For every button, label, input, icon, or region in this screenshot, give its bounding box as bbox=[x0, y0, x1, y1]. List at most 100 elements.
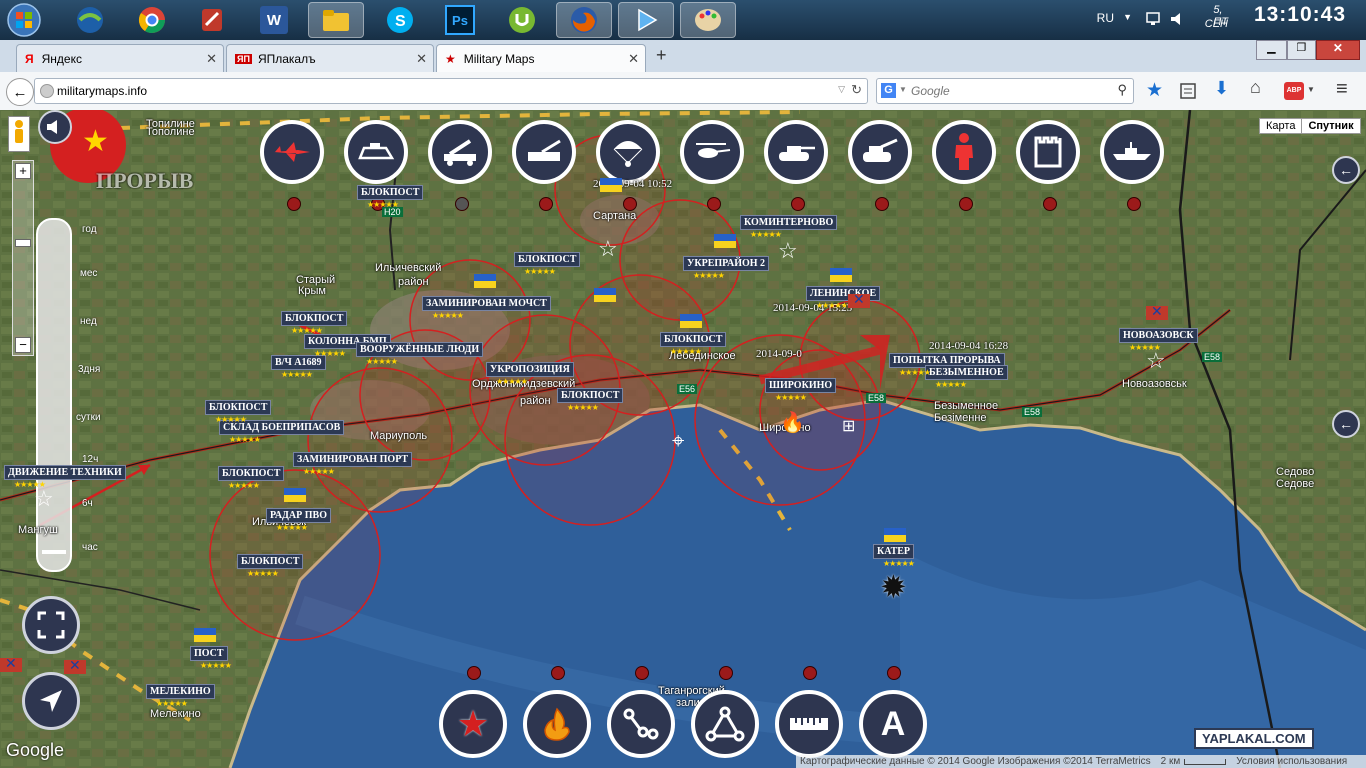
star-marker-icon[interactable]: ☆ bbox=[598, 236, 618, 262]
event-label[interactable]: ЗАМИНИРОВАН МОЧСТ bbox=[422, 296, 551, 311]
google-earth-taskbar-button[interactable] bbox=[62, 2, 118, 38]
google-logo[interactable]: Google bbox=[6, 740, 64, 761]
timeline-label[interactable]: 3дня bbox=[78, 364, 100, 375]
timeline-label[interactable]: 12ч bbox=[82, 454, 98, 465]
tab-military-maps[interactable]: ★ Military Maps ✕ bbox=[436, 44, 646, 72]
maximize-button[interactable]: ❐ bbox=[1286, 40, 1316, 60]
new-tab-button[interactable]: + bbox=[656, 45, 667, 66]
home-icon[interactable]: ⌂ bbox=[1250, 77, 1261, 98]
timeline-label[interactable]: год bbox=[82, 224, 97, 235]
event-label[interactable]: УКРОПОЗИЦИЯ bbox=[486, 362, 574, 377]
close-icon[interactable]: ✕ bbox=[416, 51, 427, 67]
tab-yandex[interactable]: Я Яндекс ✕ bbox=[16, 44, 224, 72]
zoom-slider[interactable]: + − bbox=[12, 160, 34, 356]
map-type-map-button[interactable]: Карта bbox=[1260, 119, 1303, 133]
firefox-taskbar-button[interactable] bbox=[556, 2, 612, 38]
close-icon[interactable]: ✕ bbox=[628, 51, 639, 67]
panel-toggle-button-top[interactable]: ← bbox=[1332, 156, 1360, 184]
explorer-taskbar-button[interactable] bbox=[308, 2, 364, 38]
bookmarks-list-icon[interactable] bbox=[1180, 83, 1196, 99]
star-marker-icon[interactable]: ☆ bbox=[778, 238, 798, 264]
paint-taskbar-button[interactable] bbox=[680, 2, 736, 38]
event-label[interactable]: БЛОКПОСТ bbox=[237, 554, 304, 569]
sound-toggle-button[interactable] bbox=[38, 110, 72, 144]
event-label[interactable]: КАТЕР bbox=[873, 544, 915, 559]
menu-icon[interactable]: ≡ bbox=[1336, 78, 1348, 101]
url-bar[interactable]: militarymaps.info ▽ ↻ bbox=[34, 78, 868, 104]
event-label[interactable]: БЛОКПОСТ bbox=[514, 252, 581, 267]
zoom-in-button[interactable]: + bbox=[15, 163, 31, 179]
timeline-handle[interactable] bbox=[42, 550, 66, 554]
tool-fortification[interactable] bbox=[1016, 120, 1080, 184]
zoom-out-button[interactable]: − bbox=[15, 337, 31, 353]
event-label[interactable]: ПОСТ bbox=[190, 646, 228, 661]
event-label[interactable]: НОВОАЗОВСК bbox=[1119, 328, 1198, 343]
map-type-satellite-button[interactable]: Спутник bbox=[1302, 119, 1359, 133]
tool-jet[interactable] bbox=[260, 120, 324, 184]
tool-ruler[interactable] bbox=[775, 690, 843, 758]
event-label[interactable]: БЕЗЫМЕННОЕ bbox=[925, 365, 1008, 380]
tool-rocket-launcher[interactable] bbox=[428, 120, 492, 184]
event-label[interactable]: БЛОКПОСТ bbox=[357, 185, 424, 200]
minimize-button[interactable]: ▁ bbox=[1256, 40, 1287, 60]
tool-ship[interactable] bbox=[1100, 120, 1164, 184]
language-indicator[interactable]: RU bbox=[1097, 11, 1114, 25]
event-label[interactable]: БЛОКПОСТ bbox=[557, 388, 624, 403]
event-label[interactable]: МЕЛЕКИНО bbox=[146, 684, 215, 699]
dropdown-arrow-icon[interactable]: ▽ bbox=[838, 84, 845, 95]
explosion-icon[interactable]: ✹ bbox=[880, 568, 907, 606]
search-bar[interactable]: G ▼ Google ⚲ bbox=[876, 78, 1134, 104]
download-icon[interactable]: ⬇ bbox=[1214, 78, 1229, 99]
search-icon[interactable]: ⚲ bbox=[1117, 82, 1127, 98]
star-marker-icon[interactable]: ☆ bbox=[34, 486, 54, 512]
tool-draw-route[interactable] bbox=[607, 690, 675, 758]
tool-artillery[interactable] bbox=[512, 120, 576, 184]
network-icon[interactable] bbox=[1146, 12, 1160, 26]
street-view-pegman[interactable] bbox=[8, 116, 30, 152]
tool-helicopter[interactable] bbox=[680, 120, 744, 184]
event-label[interactable]: БЛОКПОСТ bbox=[281, 311, 348, 326]
media-player-taskbar-button[interactable] bbox=[618, 2, 674, 38]
tool-add-fire[interactable] bbox=[523, 690, 591, 758]
star-marker-icon[interactable]: ☆ bbox=[1146, 348, 1166, 374]
ccleaner-taskbar-button[interactable] bbox=[184, 2, 240, 38]
tab-yaplakal[interactable]: ЯП ЯПлакалъ ✕ bbox=[226, 44, 434, 72]
tool-paratrooper[interactable] bbox=[596, 120, 660, 184]
event-label[interactable]: ШИРОКИНО bbox=[765, 378, 837, 393]
tool-soldier[interactable] bbox=[932, 120, 996, 184]
tool-howitzer[interactable] bbox=[848, 120, 912, 184]
tool-tank[interactable] bbox=[764, 120, 828, 184]
photoshop-taskbar-button[interactable]: Ps bbox=[432, 2, 488, 38]
chevron-down-icon[interactable]: ▼ bbox=[1307, 85, 1315, 94]
event-label[interactable]: ДВИЖЕНИЕ ТЕХНИКИ bbox=[4, 465, 126, 480]
event-label[interactable]: ВООРУЖЁННЫЕ ЛЮДИ bbox=[356, 342, 484, 357]
word-taskbar-button[interactable]: W bbox=[246, 2, 302, 38]
back-button[interactable]: ← bbox=[6, 78, 34, 106]
map-canvas[interactable]: ПРОРЫВ Карта Спутник ← ← + − год мес нед… bbox=[0, 110, 1366, 768]
panel-toggle-button-middle[interactable]: ← bbox=[1332, 410, 1360, 438]
adblock-icon[interactable]: ABP bbox=[1284, 82, 1304, 100]
tool-add-text[interactable]: A bbox=[859, 690, 927, 758]
chevron-down-icon[interactable]: ▼ bbox=[1123, 12, 1132, 22]
clock[interactable]: 13:10:43 bbox=[1254, 3, 1346, 27]
reload-icon[interactable]: ↻ bbox=[851, 82, 862, 98]
terms-link[interactable]: Условия использования bbox=[1236, 756, 1347, 767]
close-icon[interactable]: ✕ bbox=[206, 51, 217, 67]
tool-add-marker[interactable]: ★ bbox=[439, 690, 507, 758]
event-label[interactable]: БЛОКПОСТ bbox=[205, 400, 272, 415]
event-label[interactable]: КОМИНТЕРНОВО bbox=[740, 215, 838, 230]
fire-marker-icon[interactable]: 🔥 bbox=[780, 410, 805, 435]
utorrent-taskbar-button[interactable] bbox=[494, 2, 550, 38]
bookmark-star-icon[interactable]: ★ bbox=[1146, 79, 1163, 102]
timeline-label[interactable]: нед bbox=[80, 316, 97, 327]
timeline-label[interactable]: час bbox=[82, 542, 98, 553]
event-label[interactable]: БЛОКПОСТ bbox=[660, 332, 727, 347]
skype-taskbar-button[interactable]: S bbox=[372, 2, 428, 38]
volume-icon[interactable] bbox=[1170, 12, 1186, 26]
tool-apc[interactable] bbox=[344, 120, 408, 184]
timeline-label[interactable]: мес bbox=[80, 268, 97, 279]
event-label[interactable]: БЛОКПОСТ bbox=[218, 466, 285, 481]
close-window-button[interactable]: ✕ bbox=[1315, 40, 1361, 60]
chrome-taskbar-button[interactable] bbox=[124, 2, 180, 38]
event-label[interactable]: ЗАМИНИРОВАН ПОРТ bbox=[293, 452, 413, 467]
